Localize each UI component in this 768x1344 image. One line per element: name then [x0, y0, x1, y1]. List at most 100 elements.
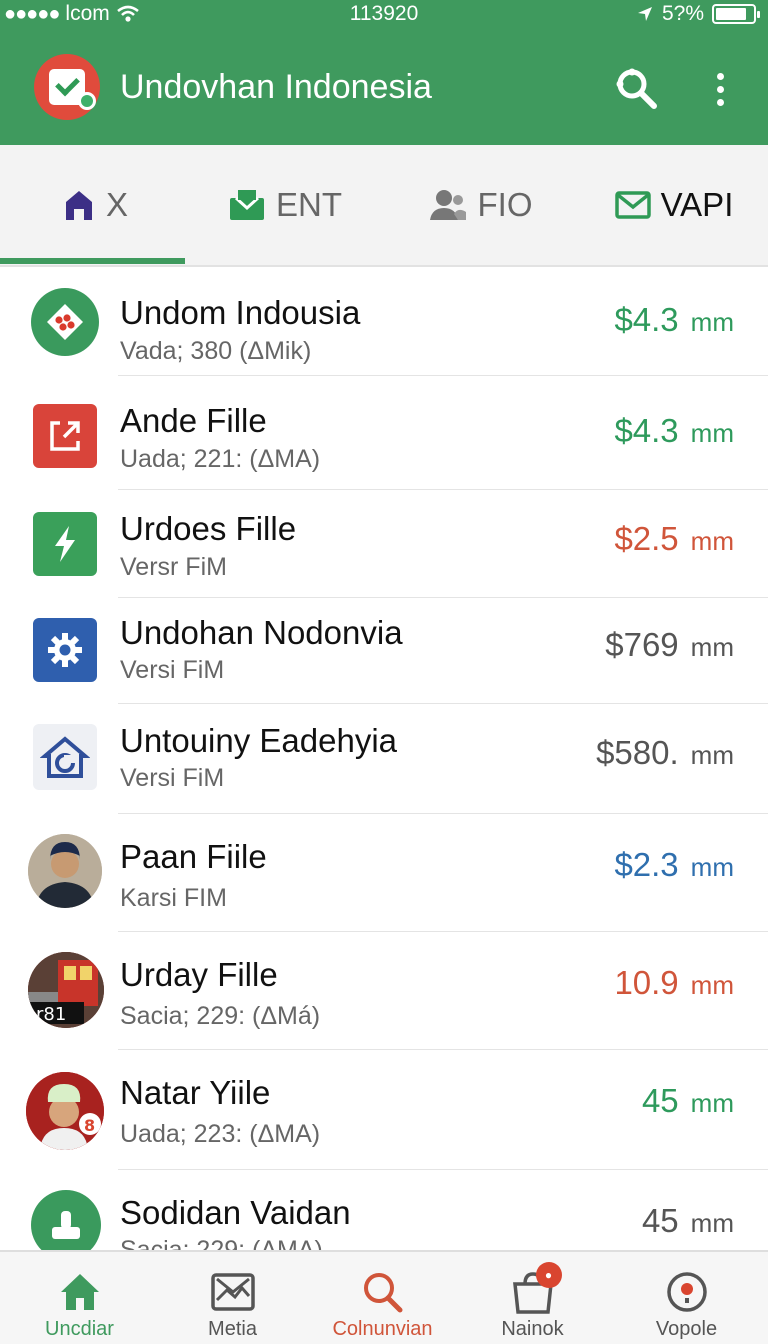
list-item[interactable]: Untouiny Eadehyia Versi FiM $580. mm	[0, 702, 768, 814]
item-unit: mm	[690, 307, 734, 337]
item-subtitle: Versi FiM	[120, 764, 225, 792]
avatar	[28, 834, 102, 908]
item-name: Untouiny Eadehyia	[120, 722, 398, 759]
item-amount: 45	[641, 1082, 679, 1119]
image-icon	[210, 1270, 256, 1314]
home-icon	[57, 1270, 103, 1314]
status-dot-icon	[78, 92, 96, 110]
thumb-icon	[52, 1211, 80, 1239]
item-subtitle: Sacia; 229: (ΔMA)	[120, 1236, 323, 1250]
item-amount: $4.3	[614, 301, 679, 338]
notification-badge: ●	[535, 1262, 562, 1288]
item-unit: mm	[690, 1208, 734, 1238]
item-subtitle: Uada; 221: (ΔMA)	[120, 445, 321, 473]
battery-level	[716, 8, 746, 20]
list-item[interactable]: Urdoes Fille Versr FiM $2.5 mm	[0, 490, 768, 598]
app-icon	[33, 512, 97, 576]
list-item[interactable]: Ande Fille Uada; 221: (ΔMA) $4.3 mm	[0, 382, 768, 490]
diamond-dots-icon	[47, 304, 83, 340]
tab-bar: X ENT FIO VAPI	[0, 145, 768, 267]
tab-label: VAPI	[660, 186, 734, 223]
external-link-icon	[50, 421, 80, 451]
item-amount: $2.3	[614, 846, 679, 883]
item-unit: mm	[690, 632, 734, 662]
avatar: r81	[28, 952, 104, 1028]
mail-icon	[614, 191, 651, 219]
list-item[interactable]: Paan Fiile Karsi FIM $2.3 mm	[0, 814, 768, 932]
more-dot-icon	[716, 72, 724, 80]
item-name: Natar Yiile	[120, 1074, 271, 1111]
nav-label: Metia	[208, 1318, 257, 1340]
item-list: Undom Indousia Vada; 380 (ΔMik) $4.3 mm A…	[0, 268, 768, 1250]
item-value: $4.3 mm	[614, 301, 734, 339]
item-subtitle: Vada; 380 (ΔMik)	[120, 337, 312, 365]
list-item[interactable]: 8 Natar Yiile Uada; 223: (ΔMA) 45 mm	[0, 1050, 768, 1170]
storefront-photo-icon: r81	[28, 952, 104, 1028]
item-unit: mm	[690, 740, 734, 770]
item-name: Urdoes Fille	[120, 510, 297, 547]
item-value: $580. mm	[596, 734, 734, 772]
tab-x[interactable]: X	[0, 145, 190, 265]
app-title: Undovhan Indonesia	[120, 68, 432, 106]
search-icon	[616, 68, 657, 109]
list-item[interactable]: Undom Indousia Vada; 380 (ΔMik) $4.3 mm	[0, 268, 768, 376]
location-arrow-icon	[637, 7, 652, 21]
item-name: Ande Fille	[120, 402, 267, 439]
nav-item-colnunvian[interactable]: Colnunvian	[306, 1252, 459, 1344]
item-amount: 45	[641, 1202, 679, 1239]
house-outline-icon	[40, 736, 90, 778]
search-icon	[360, 1270, 406, 1314]
person-photo-icon	[28, 834, 102, 908]
app-icon	[33, 618, 97, 682]
house-icon	[65, 191, 92, 220]
list-item[interactable]: r81 Urday Fille Sacia; 229: (ΔMá) 10.9 mm	[0, 932, 768, 1050]
nav-label: Vopole	[655, 1318, 718, 1340]
item-name: Undohan Nodonvia	[120, 614, 403, 651]
item-unit: mm	[690, 526, 734, 556]
item-subtitle: Uada; 223: (ΔMA)	[120, 1120, 321, 1148]
item-unit: mm	[690, 418, 734, 448]
bag-icon: ●	[510, 1262, 562, 1314]
svg-text:8: 8	[84, 1116, 95, 1135]
item-value: 45 mm	[642, 1202, 734, 1240]
app-icon	[33, 404, 97, 468]
person-icon	[429, 190, 466, 220]
nav-item-metia[interactable]: Metia	[156, 1252, 309, 1344]
nav-item-nainok[interactable]: ● Nainok	[456, 1252, 609, 1344]
item-amount: 10.9	[614, 964, 679, 1001]
item-name: Sodidan Vaidan	[120, 1194, 351, 1231]
more-dot-icon	[716, 85, 724, 93]
tab-fio[interactable]: FIO	[380, 145, 580, 265]
tab-label: FIO	[477, 186, 533, 223]
nav-item-vopole[interactable]: Vopole	[610, 1252, 763, 1344]
nav-label: Uncdiar	[45, 1318, 114, 1340]
item-value: 45 mm	[642, 1082, 734, 1120]
overflow-menu-button[interactable]	[700, 64, 740, 114]
tab-vapi[interactable]: VAPI	[580, 145, 768, 265]
list-item[interactable]: Sodidan Vaidan Sacia; 229: (ΔMA) 45 mm	[0, 1170, 768, 1250]
search-button[interactable]	[612, 64, 662, 114]
item-amount: $4.3	[614, 412, 679, 449]
item-subtitle: Versr FiM	[120, 553, 227, 581]
tab-label: ENT	[276, 186, 342, 223]
item-value: $769 mm	[605, 626, 734, 664]
tab-ent[interactable]: ENT	[190, 145, 380, 265]
battery-percent: 5?%	[661, 2, 704, 25]
chef-photo-icon: 8	[26, 1072, 104, 1150]
app-bar: Undovhan Indonesia	[0, 44, 768, 134]
item-amount: $769	[605, 626, 679, 663]
item-subtitle: Karsi FIM	[120, 884, 227, 912]
lightning-icon	[55, 526, 75, 562]
item-name: Paan Fiile	[120, 838, 267, 875]
app-icon	[31, 288, 99, 356]
list-item[interactable]: Undohan Nodonvia Versi FiM $769 mm	[0, 596, 768, 704]
item-unit: mm	[690, 970, 734, 1000]
item-amount: $580.	[596, 734, 679, 771]
nav-label: Nainok	[501, 1318, 564, 1340]
app-icon	[31, 1190, 101, 1250]
item-subtitle: Sacia; 229: (ΔMá)	[120, 1002, 321, 1030]
nav-item-uncdiar[interactable]: Uncdiar	[3, 1252, 156, 1344]
avatar: 8	[26, 1072, 104, 1150]
status-bar: ●●●●● lcom 113920 5?%	[0, 0, 768, 30]
app-logo	[34, 54, 100, 120]
